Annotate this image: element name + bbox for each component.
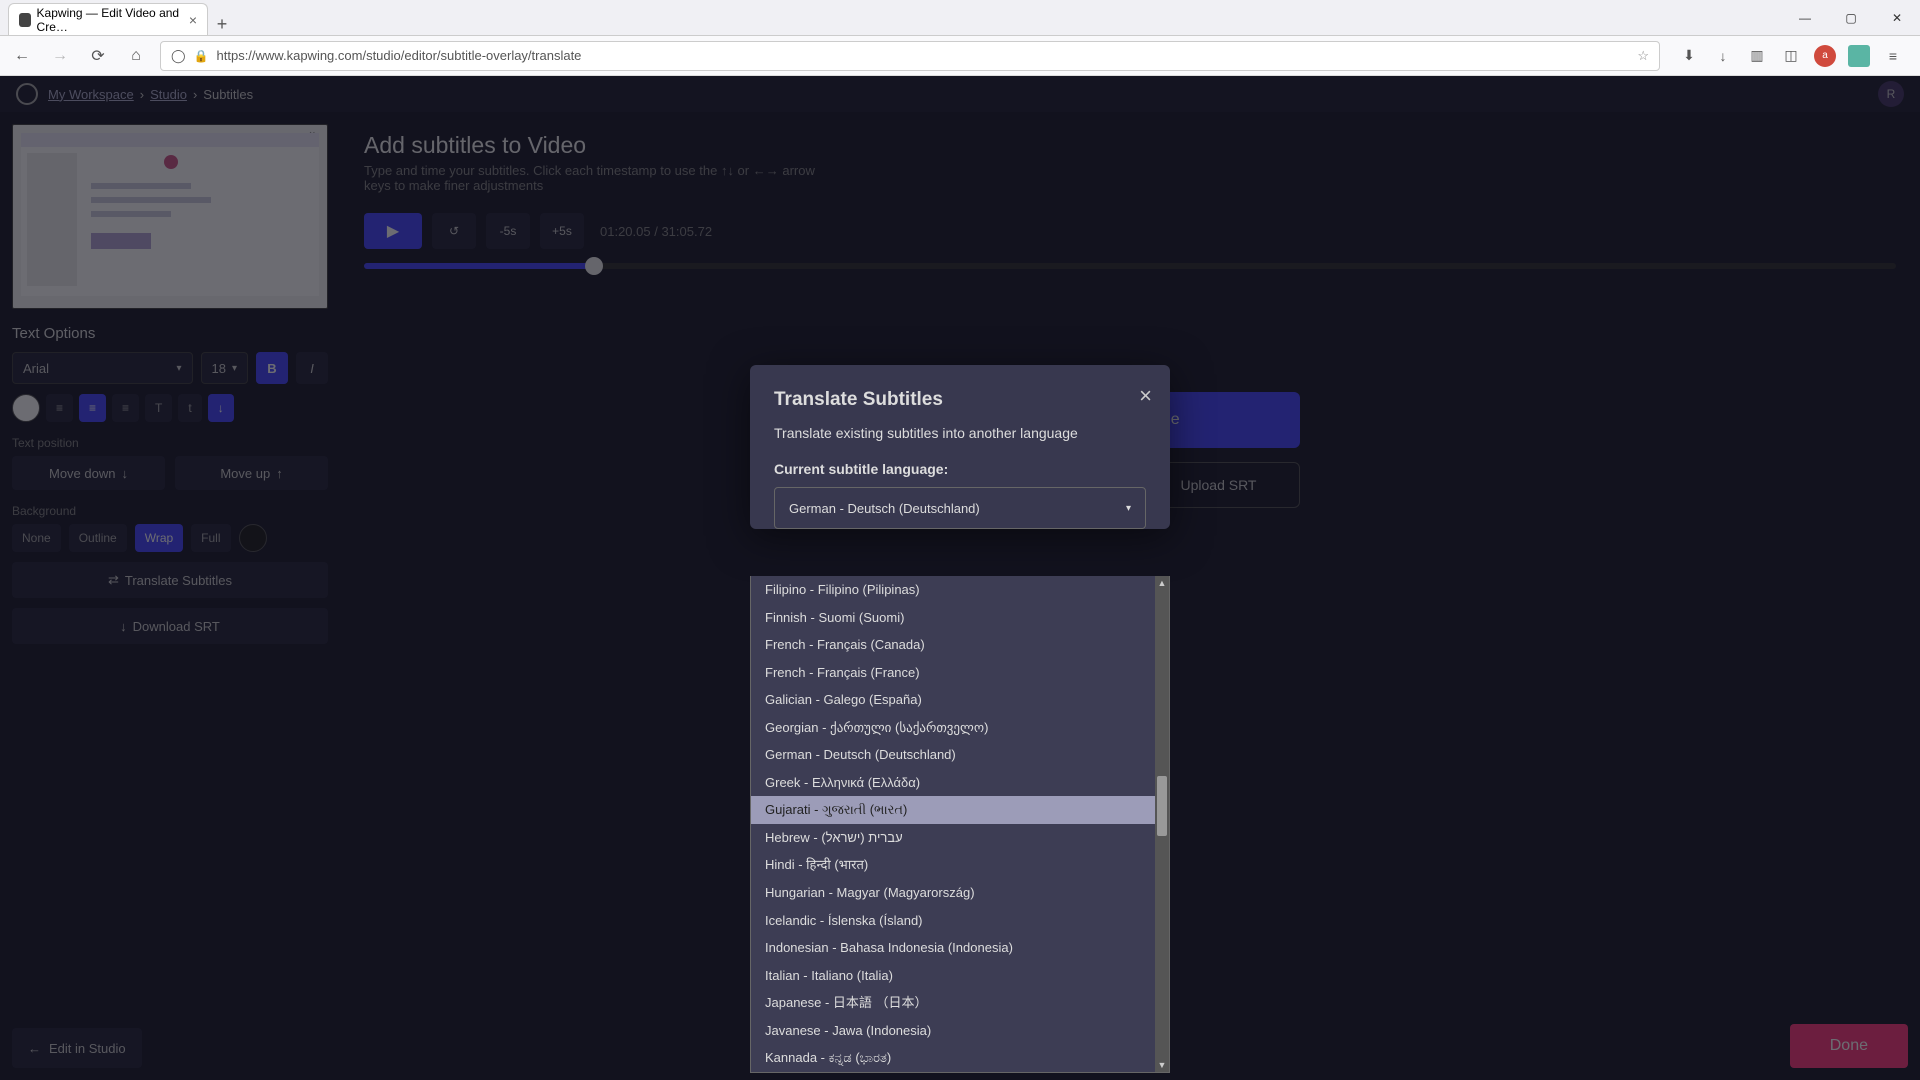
scroll-up-icon[interactable]: ▲ [1155,576,1169,590]
language-option[interactable]: French - Français (Canada) [751,631,1169,659]
shield-icon: ◯ [171,48,186,64]
close-window-icon[interactable]: ✕ [1874,0,1920,36]
language-option[interactable]: Javanese - Jawa (Indonesia) [751,1017,1169,1045]
translate-modal: Translate Subtitles × Translate existing… [750,365,1170,529]
language-option[interactable]: Filipino - Filipino (Pilipinas) [751,576,1169,604]
profile-badge-icon[interactable]: a [1814,45,1836,67]
language-option[interactable]: Icelandic - Íslenska (Ísland) [751,907,1169,935]
downloads-icon[interactable]: ↓ [1712,45,1734,67]
home-icon[interactable]: ⌂ [122,42,150,70]
selected-language: German - Deutsch (Deutschland) [789,501,980,516]
new-tab-button[interactable]: + [208,14,236,35]
language-option[interactable]: Hindi - हिन्दी (भारत) [751,851,1169,879]
language-option[interactable]: Japanese - 日本語 （日本） [751,989,1169,1017]
language-option[interactable]: Hungarian - Magyar (Magyarország) [751,879,1169,907]
url-bar[interactable]: ◯ 🔒 https://www.kapwing.com/studio/edito… [160,41,1660,71]
back-icon[interactable]: ← [8,42,36,70]
chevron-down-icon: ▾ [1126,503,1131,514]
language-option[interactable]: Galician - Galego (España) [751,686,1169,714]
close-icon[interactable]: × [189,12,197,28]
browser-tab-strip: Kapwing — Edit Video and Cre… × + — ▢ ✕ [0,0,1920,36]
minimize-icon[interactable]: — [1782,0,1828,36]
scrollbar[interactable]: ▲ ▼ [1155,576,1169,1072]
maximize-icon[interactable]: ▢ [1828,0,1874,36]
scrollbar-thumb[interactable] [1157,776,1167,836]
language-option[interactable]: Indonesian - Bahasa Indonesia (Indonesia… [751,934,1169,962]
menu-icon[interactable]: ≡ [1882,45,1904,67]
language-option[interactable]: Finnish - Suomi (Suomi) [751,604,1169,632]
reload-icon[interactable]: ⟳ [84,42,112,70]
modal-title: Translate Subtitles [774,389,1146,411]
tab-title: Kapwing — Edit Video and Cre… [37,6,183,34]
language-option[interactable]: Italian - Italiano (Italia) [751,962,1169,990]
pocket-icon[interactable]: ⬇ [1678,45,1700,67]
language-option[interactable]: French - Français (France) [751,659,1169,687]
sidebar-icon[interactable]: ◫ [1780,45,1802,67]
scroll-down-icon[interactable]: ▼ [1155,1058,1169,1072]
language-select[interactable]: German - Deutsch (Deutschland) ▾ [774,487,1146,529]
browser-toolbar: ← → ⟳ ⌂ ◯ 🔒 https://www.kapwing.com/stud… [0,36,1920,76]
modal-label: Current subtitle language: [774,461,1146,477]
favicon-icon [19,13,31,27]
language-option[interactable]: Hebrew - (ישראל) עברית [751,824,1169,852]
extension-icon[interactable] [1848,45,1870,67]
forward-icon[interactable]: → [46,42,74,70]
modal-subtitle: Translate existing subtitles into anothe… [774,425,1146,441]
language-dropdown: Filipino - Filipino (Pilipinas)Finnish -… [750,576,1170,1073]
language-option[interactable]: Gujarati - ગુજરાતી (ભારત) [751,796,1169,824]
browser-tab[interactable]: Kapwing — Edit Video and Cre… × [8,3,208,35]
language-option[interactable]: Georgian - ქართული (საქართველო) [751,714,1169,742]
close-icon[interactable]: × [1139,383,1152,409]
language-option[interactable]: German - Deutsch (Deutschland) [751,741,1169,769]
language-option[interactable]: Kannada - ಕನ್ನಡ (ಭಾರತ) [751,1044,1169,1072]
language-option[interactable]: Greek - Ελληνικά (Ελλάδα) [751,769,1169,797]
url-text: https://www.kapwing.com/studio/editor/su… [217,48,582,63]
lock-icon: 🔒 [194,49,209,63]
bookmark-star-icon[interactable]: ☆ [1637,48,1649,64]
library-icon[interactable]: ▥ [1746,45,1768,67]
